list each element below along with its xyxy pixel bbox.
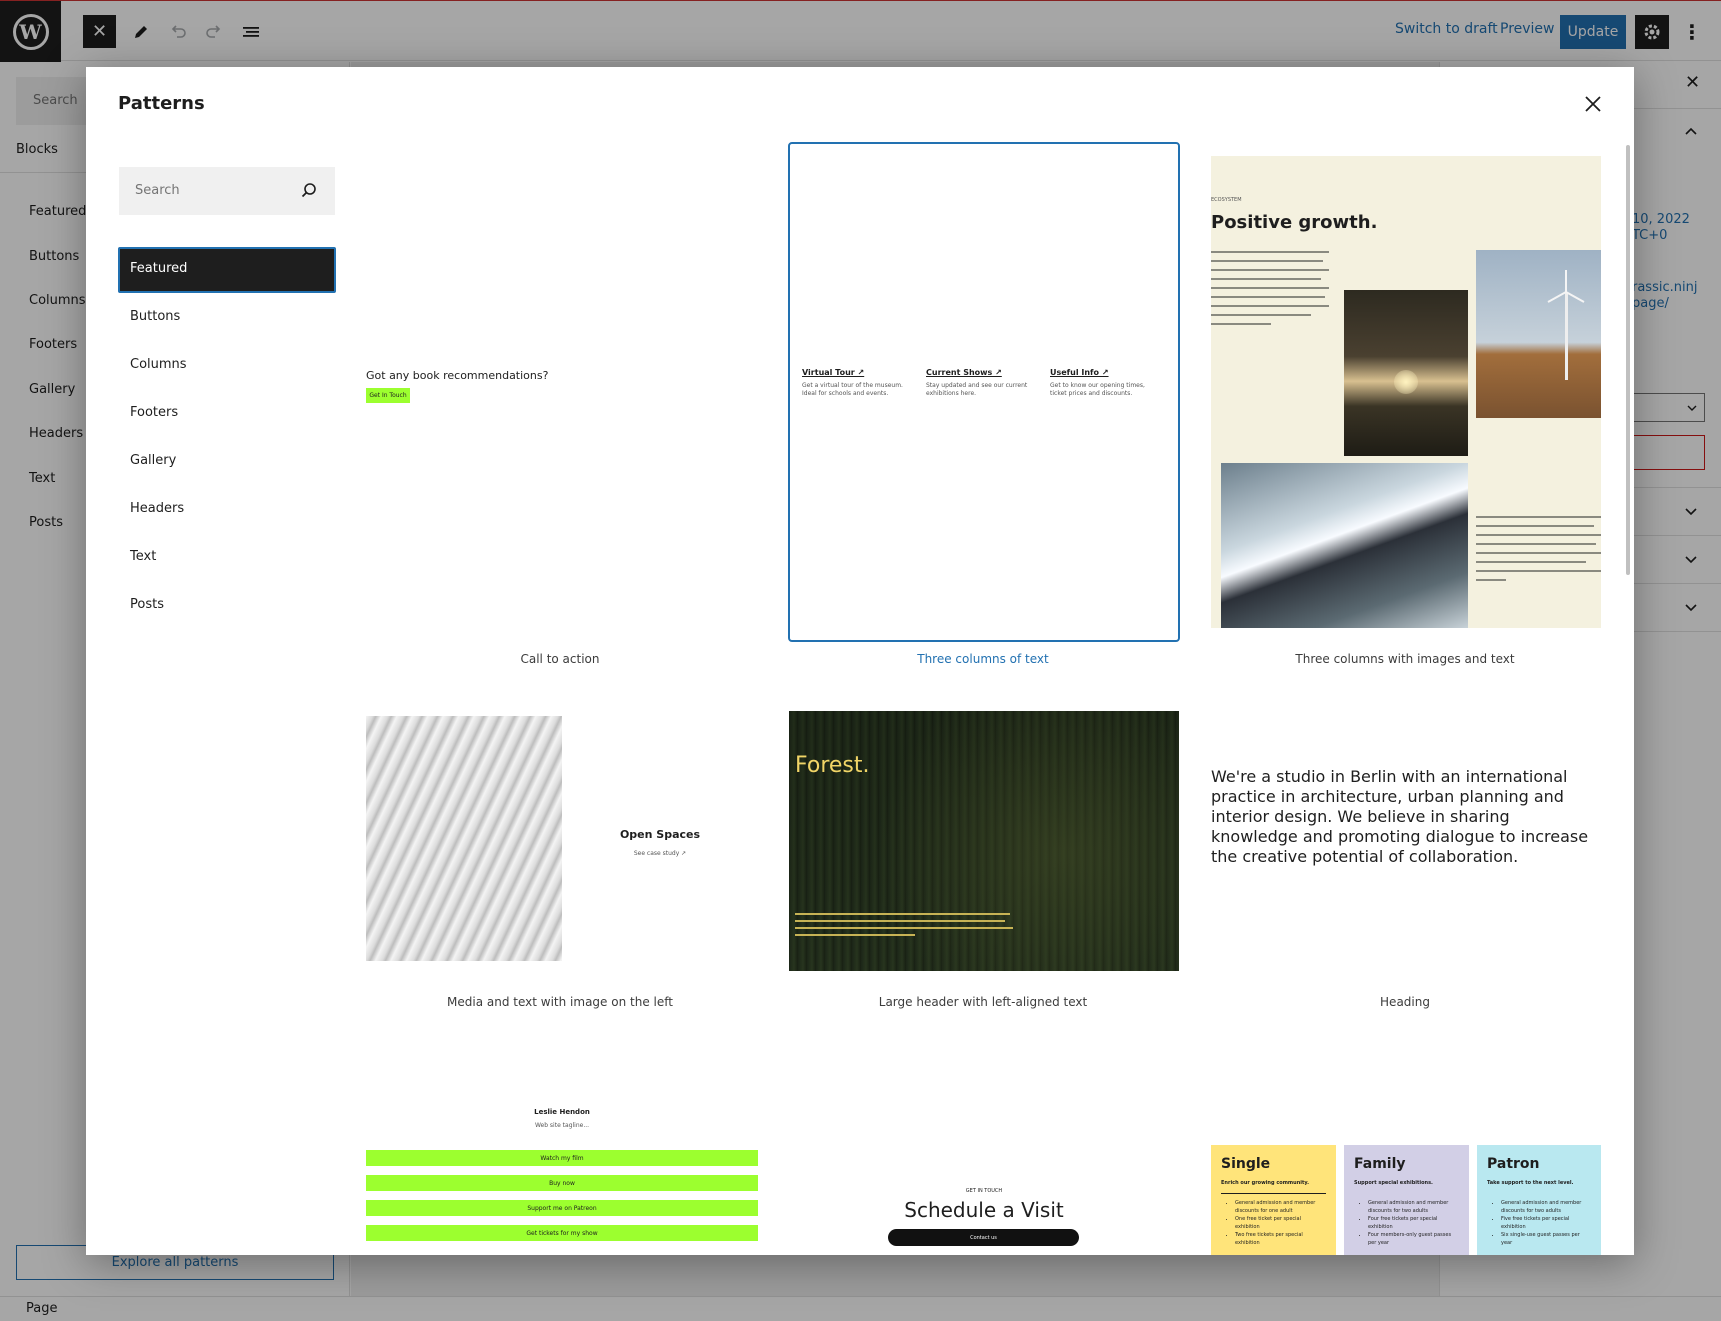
pattern-category-headers[interactable]: Headers [118, 487, 336, 533]
column-title: Useful Info ↗ [1050, 368, 1109, 377]
link-button: Get tickets for my show [366, 1225, 758, 1241]
pattern-category-footers[interactable]: Footers [118, 391, 336, 437]
tier-single: Single Enrich our growing community. Gen… [1211, 1145, 1336, 1255]
tier-item: General admission and member discounts f… [1235, 1199, 1326, 1215]
sun-glow [1394, 370, 1418, 394]
pattern-media-and-text[interactable]: Open Spaces See case study ↗ [366, 716, 758, 961]
architecture-image [366, 716, 562, 961]
pattern-heading: Positive growth. [1211, 212, 1378, 233]
pattern-label: Large header with left-aligned text [878, 995, 1088, 1009]
pattern-label: Call to action [520, 652, 600, 666]
tier-name: Patron [1487, 1156, 1540, 1172]
tier-patron: Patron Take support to the next level. G… [1477, 1145, 1601, 1255]
pattern-link-buttons[interactable]: Leslie Hendon Web site tagline... Watch … [366, 1097, 758, 1255]
pattern-category-gallery[interactable]: Gallery [118, 439, 336, 485]
tier-item: Five free tickets per special exhibition [1501, 1215, 1591, 1231]
tier-item: Two free tickets per special exhibition [1235, 1231, 1326, 1247]
heading-text: We're a studio in Berlin with an interna… [1211, 767, 1589, 866]
pattern-schedule-visit[interactable]: GET IN TOUCH Schedule a Visit Contact us [789, 1177, 1179, 1255]
column-text: Get to know our opening times, ticket pr… [1050, 382, 1145, 397]
tier-name: Single [1221, 1156, 1271, 1172]
visit-heading: Schedule a Visit [904, 1198, 1064, 1222]
pattern-large-header[interactable]: Forest. [789, 711, 1179, 971]
modal-scrollbar[interactable] [1626, 145, 1630, 575]
tier-item: General admission and member discounts f… [1368, 1199, 1459, 1215]
pattern-label: Media and text with image on the left [447, 995, 673, 1009]
pattern-label: Three columns of text [917, 652, 1049, 666]
divider [1221, 1193, 1326, 1194]
pattern-three-columns-with-images[interactable]: ECOSYSTEM Positive growth. [1211, 156, 1601, 628]
column-text: Get a virtual tour of the museum. Ideal … [802, 382, 903, 397]
media-heading: Open Spaces [619, 828, 701, 841]
visit-eyebrow: GET IN TOUCH [965, 1188, 1003, 1194]
column: Current Shows ↗ Stay updated and see our… [926, 368, 1031, 398]
cta-button: Get In Touch [366, 388, 410, 403]
pattern-category-columns[interactable]: Columns [118, 343, 336, 389]
pattern-three-columns-of-text[interactable]: Virtual Tour ↗ Get a virtual tour of the… [788, 142, 1180, 642]
visit-button: Contact us [888, 1229, 1079, 1246]
links-heading: Leslie Hendon [534, 1108, 590, 1116]
tier-item: Four members-only guest passes per year [1368, 1231, 1459, 1247]
eyebrow-text: ECOSYSTEM [1211, 197, 1242, 203]
search-placeholder: Search [135, 183, 180, 198]
tier-tagline: Take support to the next level. [1487, 1180, 1574, 1186]
modal-title: Patterns [118, 93, 205, 114]
links-subtitle: Web site tagline... [534, 1122, 590, 1129]
link-button: Support me on Patreon [366, 1200, 758, 1216]
tier-item: Six single-use guest passes per year [1501, 1231, 1591, 1247]
pattern-membership-tiers[interactable]: Single Enrich our growing community. Gen… [1211, 1145, 1601, 1255]
media-link: See case study ↗ [633, 850, 687, 857]
tier-item: One free ticket per special exhibition [1235, 1215, 1326, 1231]
column: Virtual Tour ↗ Get a virtual tour of the… [802, 368, 907, 398]
tier-family: Family Support special exhibitions. Gene… [1344, 1145, 1469, 1255]
text-placeholder-lines [1211, 251, 1329, 325]
tier-item: Four free tickets per special exhibition [1368, 1215, 1459, 1231]
pattern-heading[interactable]: We're a studio in Berlin with an interna… [1211, 767, 1601, 897]
coast-image [1221, 463, 1468, 628]
column-text: Stay updated and see our current exhibit… [926, 382, 1028, 397]
pattern-label: Three columns with images and text [1295, 652, 1515, 666]
pattern-category-buttons[interactable]: Buttons [118, 295, 336, 341]
turbine-icon [1547, 270, 1585, 380]
tier-item: General admission and member discounts f… [1501, 1199, 1591, 1215]
pattern-call-to-action[interactable]: Got any book recommendations? Get In Tou… [366, 145, 758, 709]
tier-tagline: Enrich our growing community. [1221, 1180, 1310, 1186]
column-title: Virtual Tour ↗ [802, 368, 865, 377]
tier-name: Family [1354, 1156, 1406, 1172]
text-placeholder-lines [1476, 516, 1601, 581]
text-placeholder-lines [795, 913, 1013, 936]
wind-turbine-image [1476, 250, 1601, 418]
pattern-category-text[interactable]: Text [118, 535, 336, 581]
forest-heading: Forest. [795, 753, 870, 778]
patterns-modal: Patterns Search Featured Buttons Columns… [86, 67, 1634, 1255]
search-icon [301, 183, 316, 198]
pattern-category-featured[interactable]: Featured [118, 247, 336, 293]
forest-image [1344, 290, 1468, 456]
close-icon[interactable] [1578, 89, 1608, 119]
pattern-label: Heading [1380, 995, 1430, 1009]
column-title: Current Shows ↗ [926, 368, 1002, 377]
pattern-search-input[interactable]: Search [119, 167, 335, 215]
tier-tagline: Support special exhibitions. [1354, 1180, 1433, 1186]
pattern-category-posts[interactable]: Posts [118, 583, 336, 629]
link-button: Buy now [366, 1175, 758, 1191]
link-button: Watch my film [366, 1150, 758, 1166]
column: Useful Info ↗ Get to know our opening ti… [1050, 368, 1160, 398]
cta-heading: Got any book recommendations? [366, 369, 549, 382]
